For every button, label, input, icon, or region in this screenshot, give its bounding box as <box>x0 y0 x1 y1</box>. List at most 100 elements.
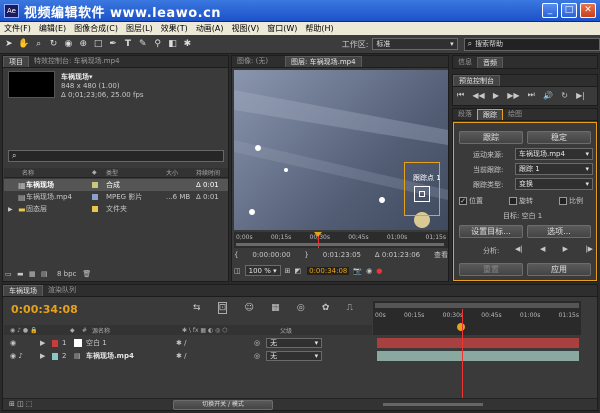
menu-file[interactable]: 文件(F) <box>4 23 31 34</box>
workspace-select[interactable]: 标准 ▾ <box>372 38 458 50</box>
list-item[interactable]: ▦ 车祸现场 合成 Δ 0:01 <box>4 179 228 191</box>
timeline-zoom-slider[interactable] <box>383 403 483 406</box>
tab-paragraph[interactable]: 段落 <box>453 109 477 120</box>
interpret-footage-icon[interactable]: ▭ <box>5 270 17 278</box>
mask-tool-icon[interactable]: □ <box>92 38 104 50</box>
puppet-tool-icon[interactable]: ✱ <box>182 38 194 50</box>
bpc-label[interactable]: 8 bpc <box>57 270 76 278</box>
layer-switches-icon[interactable]: ✱ / <box>176 352 254 360</box>
hand-tool-icon[interactable]: ✋ <box>18 38 30 50</box>
new-composition-icon[interactable]: ▦ <box>29 270 41 278</box>
viewer-time-start[interactable]: 0:00:00:00 <box>252 251 290 259</box>
tab-paint[interactable]: 绘图 <box>503 109 527 120</box>
layer-name[interactable]: 空白 1 <box>86 338 176 348</box>
timeline-playhead-icon[interactable] <box>457 323 465 331</box>
clone-tool-icon[interactable]: ⚲ <box>152 38 164 50</box>
stabilize-motion-button[interactable]: 稳定 <box>527 131 591 144</box>
menu-animation[interactable]: 动画(A) <box>196 23 224 34</box>
new-folder-icon[interactable]: ▬ <box>17 270 29 278</box>
frame-blending-icon[interactable]: ▦ <box>271 303 280 313</box>
layer-label-color[interactable] <box>52 339 58 347</box>
menu-layer[interactable]: 图层(L) <box>126 23 153 34</box>
list-item[interactable]: ▶ ▬ 固态层 文件夹 <box>4 203 228 215</box>
maximize-button[interactable]: □ <box>561 3 577 18</box>
set-target-button[interactable]: 设置目标... <box>459 225 523 238</box>
options-button[interactable]: 选项... <box>527 225 591 238</box>
last-frame-icon[interactable]: ⏭ <box>528 90 535 100</box>
first-frame-icon[interactable]: ⏮ <box>457 90 464 100</box>
track-motion-button[interactable]: 跟踪 <box>459 131 523 144</box>
list-item[interactable]: ▤ 车祸现场.mp4 MPEG 影片 ...6 MB Δ 0:01 <box>4 191 228 203</box>
video-visibility-icon[interactable]: ◉ ♪ <box>10 352 40 360</box>
current-track-select[interactable]: 跟踪 1 ▾ <box>515 163 593 175</box>
tab-composition-timeline[interactable]: 车祸现场 <box>3 285 43 296</box>
viewer-current-time[interactable]: 0:00:34:08 <box>307 266 350 275</box>
tab-audio[interactable]: 音频 <box>477 57 503 68</box>
column-size[interactable]: 大小 <box>166 168 196 177</box>
tab-render-queue[interactable]: 渲染队列 <box>43 285 81 296</box>
shy-layers-icon[interactable]: ☺ <box>245 303 254 313</box>
layer-bar-null[interactable] <box>377 338 579 348</box>
in-point-icon[interactable]: { <box>234 251 238 259</box>
magnifier-icon[interactable]: ◫ <box>234 267 241 275</box>
column-name[interactable]: 名称 <box>22 168 92 177</box>
video-visibility-icon[interactable]: ◉ <box>10 339 40 347</box>
expand-triangle-icon[interactable]: ▶ <box>40 352 52 360</box>
position-checkbox[interactable]: ✓ <box>459 197 467 205</box>
trash-icon[interactable]: 🗑 <box>82 270 91 278</box>
menu-window[interactable]: 窗口(W) <box>267 23 297 34</box>
graph-editor-icon[interactable]: ⎍ <box>347 303 353 313</box>
table-row[interactable]: ◉ ♪ ▶ 2 ▤ 车祸现场.mp4 ✱ / ◎ 无 ▾ <box>4 350 372 362</box>
reset-button[interactable]: 重置 <box>459 263 523 276</box>
analyze-back-one-frame-icon[interactable]: ◀| <box>515 245 523 253</box>
menu-help[interactable]: 帮助(H) <box>305 23 333 34</box>
work-area-bar[interactable] <box>375 303 579 308</box>
layer-switches-icon[interactable]: ✱ / <box>176 339 254 347</box>
menu-composition[interactable]: 图像合成(C) <box>74 23 118 34</box>
pick-whip-icon[interactable]: ◎ <box>254 339 260 347</box>
text-tool-icon[interactable]: T <box>122 38 134 50</box>
toggle-switches-modes-button[interactable]: 切换开关 / 模式 <box>173 400 273 410</box>
previous-frame-icon[interactable]: ◀◀ <box>472 91 484 100</box>
timeline-current-time-indicator[interactable] <box>462 309 463 399</box>
analyze-forward-one-frame-icon[interactable]: |▶ <box>585 245 593 253</box>
apply-button[interactable]: 应用 <box>527 263 591 276</box>
parent-column[interactable]: 父级 <box>280 326 292 335</box>
source-name-column[interactable]: 源名称 <box>92 326 182 335</box>
layer-time-ruler[interactable]: 0;00s 00;15s 00;30s 00;45s 01;00s 01;15s <box>234 232 448 248</box>
pen-tool-icon[interactable]: ✒ <box>107 38 119 50</box>
expand-panes-icon[interactable]: ⊞ ◫ ⬚ <box>9 400 33 408</box>
flowchart-icon[interactable]: ▤ <box>41 270 53 278</box>
tab-layer[interactable]: 图层: 车祸现场.mp4 <box>285 56 362 67</box>
column-type[interactable]: 类型 <box>106 168 166 177</box>
tab-preview[interactable]: 预览控制台 <box>453 75 500 86</box>
tab-footage[interactable]: 图像: (无) <box>232 56 273 67</box>
layer-bar-footage[interactable] <box>377 351 579 361</box>
timeline-ruler[interactable]: 00s 00:15s 00:30s 00:45s 01:00s 01:15s <box>373 301 581 335</box>
eraser-tool-icon[interactable]: ◧ <box>167 38 179 50</box>
expand-triangle-icon[interactable]: ▶ <box>40 339 52 347</box>
menu-effect[interactable]: 效果(T) <box>161 23 188 34</box>
pick-whip-icon[interactable]: ◎ <box>254 352 260 360</box>
pan-behind-tool-icon[interactable]: ⊕ <box>77 38 89 50</box>
loop-icon[interactable]: ↻ <box>561 91 568 100</box>
composition-mini-flowchart-icon[interactable]: ⇆ <box>193 303 201 313</box>
draft-3d-icon[interactable]: ⊡ <box>217 302 228 314</box>
mask-view-icon[interactable]: ◩ <box>295 267 302 275</box>
video-frame[interactable]: 跟踪点 1 <box>234 70 448 230</box>
expand-triangle-icon[interactable]: ▶ <box>8 206 18 213</box>
tab-info[interactable]: 信息 <box>453 57 477 68</box>
snapshot-icon[interactable]: 📷 <box>353 267 362 275</box>
grid-icon[interactable]: ⊞ <box>285 267 291 275</box>
brainstorm-icon[interactable]: ✿ <box>322 303 330 313</box>
zoom-tool-icon[interactable]: ⌕ <box>33 38 45 50</box>
scale-checkbox[interactable] <box>559 197 567 205</box>
play-icon[interactable]: ▶ <box>493 91 499 100</box>
table-row[interactable]: ◉ ▶ 1 空白 1 ✱ / ◎ 无 ▾ <box>4 337 372 349</box>
camera-tool-icon[interactable]: ◉ <box>63 38 75 50</box>
motion-blur-icon[interactable]: ◎ <box>297 303 305 313</box>
rotation-checkbox[interactable] <box>509 197 517 205</box>
parent-select[interactable]: 无 ▾ <box>266 351 323 361</box>
layer-name[interactable]: 车祸现场.mp4 <box>86 351 176 361</box>
timeline-current-time[interactable]: 0:00:34:08 <box>11 303 78 316</box>
